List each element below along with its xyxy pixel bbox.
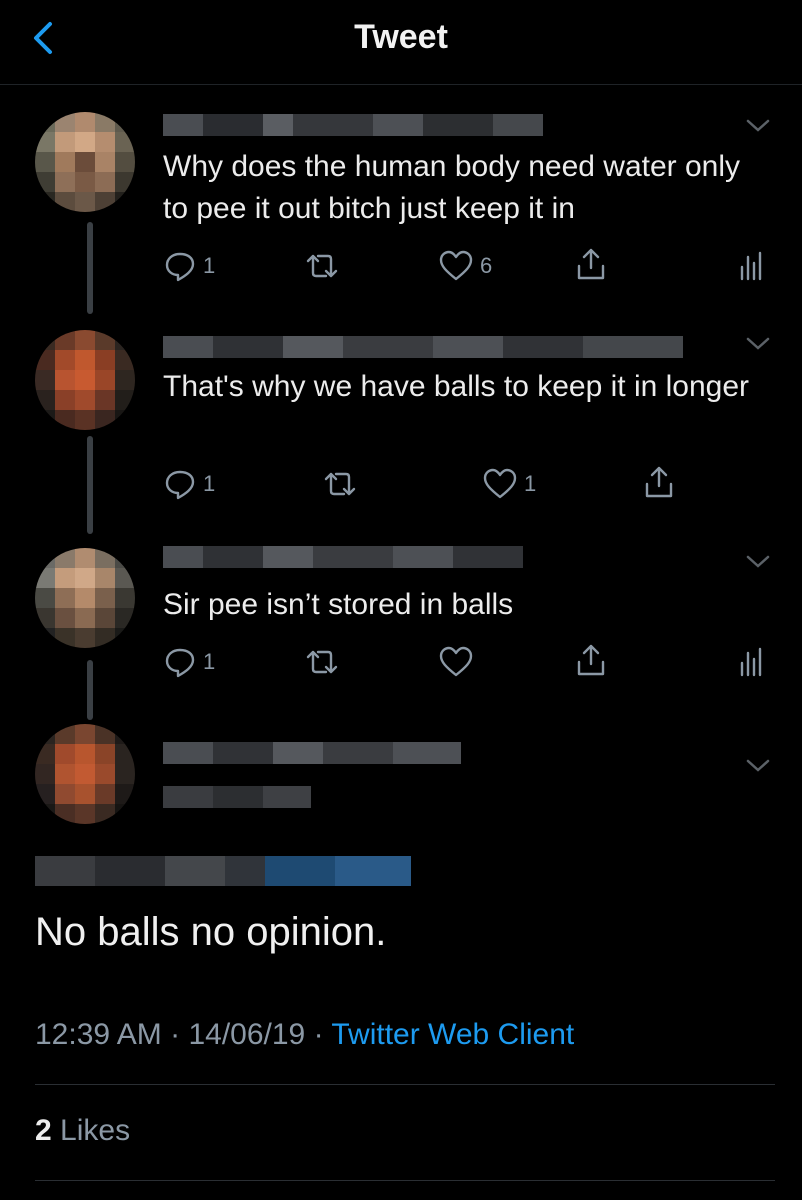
retweet-button[interactable]: [302, 248, 342, 284]
replying-to-redacted: [35, 856, 411, 886]
like-count: 6: [480, 253, 493, 278]
main-tweet-text: No balls no opinion.: [35, 910, 387, 954]
retweet-button[interactable]: [302, 644, 342, 680]
analytics-button[interactable]: [738, 644, 764, 680]
author-name-redacted: [163, 114, 543, 136]
reply-button[interactable]: 1: [163, 466, 215, 502]
like-button[interactable]: 6: [438, 248, 492, 284]
avatar[interactable]: [35, 724, 135, 824]
share-button[interactable]: [574, 246, 608, 282]
likes-summary[interactable]: 2 Likes: [35, 1114, 130, 1148]
analytics-icon: [740, 251, 762, 281]
reply-count: 1: [203, 471, 216, 496]
analytics-icon: [740, 647, 762, 677]
like-count: 1: [524, 471, 537, 496]
chevron-down-icon[interactable]: [744, 116, 772, 136]
divider: [35, 1180, 775, 1181]
retweet-icon: [306, 254, 338, 278]
client-link[interactable]: Twitter Web Client: [331, 1018, 574, 1051]
reply-button[interactable]: 1: [163, 248, 215, 284]
retweet-icon: [324, 472, 356, 496]
share-icon: [645, 466, 673, 498]
reply-text: Why does the human body need water only …: [163, 150, 741, 225]
thread-line: [87, 222, 93, 314]
share-button[interactable]: [574, 642, 608, 678]
page-title: Tweet: [354, 18, 448, 56]
reply-text: That's why we have balls to keep it in l…: [163, 370, 750, 403]
reply-text: Sir pee isn’t stored in balls: [163, 588, 514, 621]
analytics-button[interactable]: [738, 248, 764, 284]
reply-icon: [165, 252, 195, 282]
thread-line: [87, 660, 93, 720]
tweet-date: 14/06/19: [188, 1018, 306, 1051]
meta-separator: ·: [170, 1018, 181, 1051]
heart-icon: [483, 468, 517, 499]
heart-icon: [439, 646, 473, 677]
reply-count: 1: [203, 253, 216, 278]
reply-button[interactable]: 1: [163, 644, 215, 680]
share-icon: [577, 248, 605, 280]
retweet-button[interactable]: [320, 466, 360, 502]
reply-icon: [165, 648, 195, 678]
chevron-down-icon[interactable]: [744, 334, 772, 354]
meta-separator: ·: [313, 1018, 324, 1051]
heart-icon: [439, 250, 473, 281]
chevron-down-icon[interactable]: [744, 552, 772, 572]
chevron-down-icon[interactable]: [744, 756, 772, 776]
tweet-time: 12:39 AM: [35, 1018, 162, 1051]
reply-count: 1: [203, 649, 216, 674]
avatar[interactable]: [35, 548, 135, 648]
likes-count: 2: [35, 1114, 52, 1147]
share-button[interactable]: [642, 464, 676, 500]
tweet-meta: 12:39 AM · 14/06/19 · Twitter Web Client: [35, 1018, 574, 1052]
author-handle-redacted: [163, 786, 311, 808]
thread-line: [87, 436, 93, 534]
like-button[interactable]: 1: [482, 466, 536, 502]
author-name-redacted: [163, 336, 683, 358]
divider: [35, 1084, 775, 1085]
like-button[interactable]: [438, 644, 480, 680]
author-name-redacted: [163, 546, 523, 568]
likes-label: Likes: [60, 1114, 131, 1147]
avatar[interactable]: [35, 330, 135, 430]
reply-icon: [165, 470, 195, 500]
share-icon: [577, 644, 605, 676]
avatar[interactable]: [35, 112, 135, 212]
author-name-redacted: [163, 742, 461, 764]
retweet-icon: [306, 650, 338, 674]
